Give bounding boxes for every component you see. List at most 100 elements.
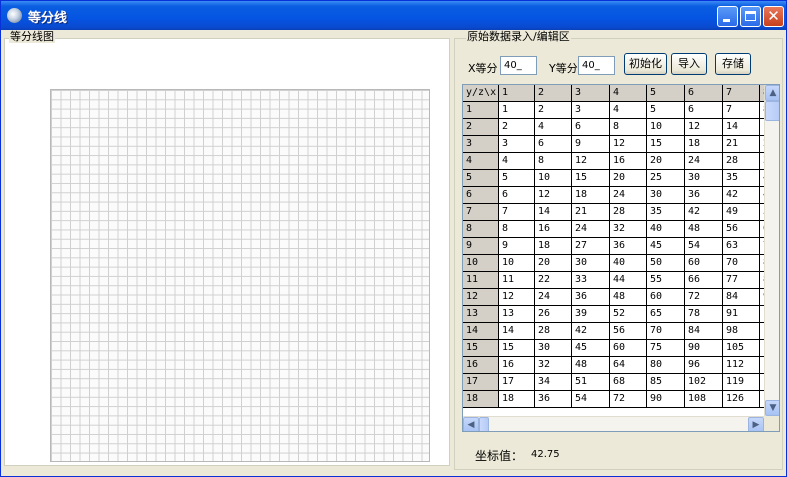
grid-cell[interactable]: 20 bbox=[535, 255, 572, 272]
grid-cell[interactable]: 12 bbox=[610, 136, 647, 153]
grid-cell[interactable]: 12 bbox=[572, 153, 610, 170]
grid-cell[interactable]: 21 bbox=[572, 204, 610, 221]
grid-cell[interactable]: 98 bbox=[723, 323, 760, 340]
vertical-scrollbar[interactable]: ▲ ▼ bbox=[764, 85, 779, 416]
grid-cell[interactable]: 6 bbox=[572, 119, 610, 136]
grid-cell[interactable]: 12 bbox=[499, 289, 535, 306]
grid-cell[interactable]: 10 bbox=[647, 119, 685, 136]
grid-cell[interactable]: 39 bbox=[572, 306, 610, 323]
grid-cell[interactable]: 15 bbox=[572, 170, 610, 187]
grid-cell[interactable]: 22 bbox=[535, 272, 572, 289]
grid-cell[interactable]: 12 bbox=[685, 119, 723, 136]
grid-cell[interactable]: 14 bbox=[723, 119, 760, 136]
grid-cell[interactable]: 96 bbox=[685, 357, 723, 374]
grid-cell[interactable]: 78 bbox=[685, 306, 723, 323]
save-button[interactable]: 存储 bbox=[715, 53, 751, 75]
vertical-scroll-thumb[interactable] bbox=[765, 101, 779, 121]
grid-cell[interactable]: 10 bbox=[499, 255, 535, 272]
grid-cell[interactable]: 72 bbox=[685, 289, 723, 306]
grid-cell[interactable]: 60 bbox=[685, 255, 723, 272]
grid-cell[interactable]: 6 bbox=[499, 187, 535, 204]
grid-cell[interactable]: 42 bbox=[685, 204, 723, 221]
grid-cell[interactable]: 16 bbox=[499, 357, 535, 374]
grid-cell[interactable]: 21 bbox=[723, 136, 760, 153]
initialize-button[interactable]: 初始化 bbox=[624, 53, 667, 75]
grid-cell[interactable]: 6 bbox=[685, 102, 723, 119]
grid-cell[interactable]: 66 bbox=[685, 272, 723, 289]
scroll-left-icon[interactable]: ◀ bbox=[463, 417, 479, 431]
grid-cell[interactable]: 49 bbox=[723, 204, 760, 221]
grid-cell[interactable]: 6 bbox=[535, 136, 572, 153]
grid-cell[interactable]: 51 bbox=[572, 374, 610, 391]
grid-cell[interactable]: 25 bbox=[647, 170, 685, 187]
grid-cell[interactable]: 54 bbox=[572, 391, 610, 408]
grid-cell[interactable]: 68 bbox=[610, 374, 647, 391]
grid-cell[interactable]: 16 bbox=[610, 153, 647, 170]
x-divisions-input[interactable] bbox=[500, 56, 537, 75]
grid-cell[interactable]: 4 bbox=[499, 153, 535, 170]
grid-cell[interactable]: 15 bbox=[499, 340, 535, 357]
grid-cell[interactable]: 85 bbox=[647, 374, 685, 391]
grid-cell[interactable]: 84 bbox=[685, 323, 723, 340]
grid-cell[interactable]: 36 bbox=[535, 391, 572, 408]
grid-cell[interactable]: 64 bbox=[610, 357, 647, 374]
grid-cell[interactable]: 35 bbox=[723, 170, 760, 187]
grid-cell[interactable]: 7 bbox=[723, 102, 760, 119]
grid-cell[interactable]: 10 bbox=[535, 170, 572, 187]
grid-cell[interactable]: 72 bbox=[610, 391, 647, 408]
grid-cell[interactable]: 48 bbox=[572, 357, 610, 374]
grid-cell[interactable]: 14 bbox=[499, 323, 535, 340]
grid-cell[interactable]: 27 bbox=[572, 238, 610, 255]
grid-cell[interactable]: 112 bbox=[723, 357, 760, 374]
grid-cell[interactable]: 11 bbox=[499, 272, 535, 289]
grid-cell[interactable]: 119 bbox=[723, 374, 760, 391]
grid-cell[interactable]: 3 bbox=[499, 136, 535, 153]
grid-cell[interactable]: 34 bbox=[535, 374, 572, 391]
horizontal-scroll-thumb[interactable] bbox=[479, 417, 489, 431]
grid-cell[interactable]: 84 bbox=[723, 289, 760, 306]
grid-cell[interactable]: 52 bbox=[610, 306, 647, 323]
contour-grid-canvas[interactable] bbox=[50, 89, 430, 462]
grid-cell[interactable]: 24 bbox=[572, 221, 610, 238]
grid-cell[interactable]: 36 bbox=[572, 289, 610, 306]
y-divisions-input[interactable] bbox=[578, 56, 615, 75]
grid-cell[interactable]: 3 bbox=[572, 102, 610, 119]
maximize-button[interactable] bbox=[740, 6, 761, 27]
grid-cell[interactable]: 30 bbox=[572, 255, 610, 272]
grid-cell[interactable]: 108 bbox=[685, 391, 723, 408]
grid-cell[interactable]: 70 bbox=[647, 323, 685, 340]
grid-cell[interactable]: 30 bbox=[647, 187, 685, 204]
grid-cell[interactable]: 60 bbox=[610, 340, 647, 357]
grid-cell[interactable]: 1 bbox=[499, 102, 535, 119]
grid-cell[interactable]: 16 bbox=[535, 221, 572, 238]
grid-cell[interactable]: 105 bbox=[723, 340, 760, 357]
grid-cell[interactable]: 5 bbox=[647, 102, 685, 119]
grid-cell[interactable]: 14 bbox=[535, 204, 572, 221]
grid-cell[interactable]: 13 bbox=[499, 306, 535, 323]
grid-cell[interactable]: 4 bbox=[535, 119, 572, 136]
grid-cell[interactable]: 20 bbox=[647, 153, 685, 170]
grid-cell[interactable]: 56 bbox=[723, 221, 760, 238]
data-grid[interactable]: y/z\x12345678112345678224681012141633691… bbox=[462, 84, 780, 432]
grid-cell[interactable]: 15 bbox=[647, 136, 685, 153]
grid-cell[interactable]: 55 bbox=[647, 272, 685, 289]
grid-cell[interactable]: 54 bbox=[685, 238, 723, 255]
grid-cell[interactable]: 2 bbox=[499, 119, 535, 136]
grid-cell[interactable]: 28 bbox=[610, 204, 647, 221]
grid-cell[interactable]: 18 bbox=[685, 136, 723, 153]
grid-cell[interactable]: 40 bbox=[610, 255, 647, 272]
grid-cell[interactable]: 60 bbox=[647, 289, 685, 306]
grid-cell[interactable]: 45 bbox=[572, 340, 610, 357]
grid-cell[interactable]: 9 bbox=[572, 136, 610, 153]
grid-cell[interactable]: 48 bbox=[685, 221, 723, 238]
grid-cell[interactable]: 90 bbox=[685, 340, 723, 357]
title-bar[interactable]: 等分线 ✕ bbox=[1, 1, 786, 30]
grid-cell[interactable]: 40 bbox=[647, 221, 685, 238]
grid-cell[interactable]: 18 bbox=[535, 238, 572, 255]
grid-cell[interactable]: 24 bbox=[685, 153, 723, 170]
grid-cell[interactable]: 28 bbox=[723, 153, 760, 170]
grid-cell[interactable]: 30 bbox=[685, 170, 723, 187]
grid-cell[interactable]: 65 bbox=[647, 306, 685, 323]
grid-cell[interactable]: 126 bbox=[723, 391, 760, 408]
grid-cell[interactable]: 24 bbox=[535, 289, 572, 306]
